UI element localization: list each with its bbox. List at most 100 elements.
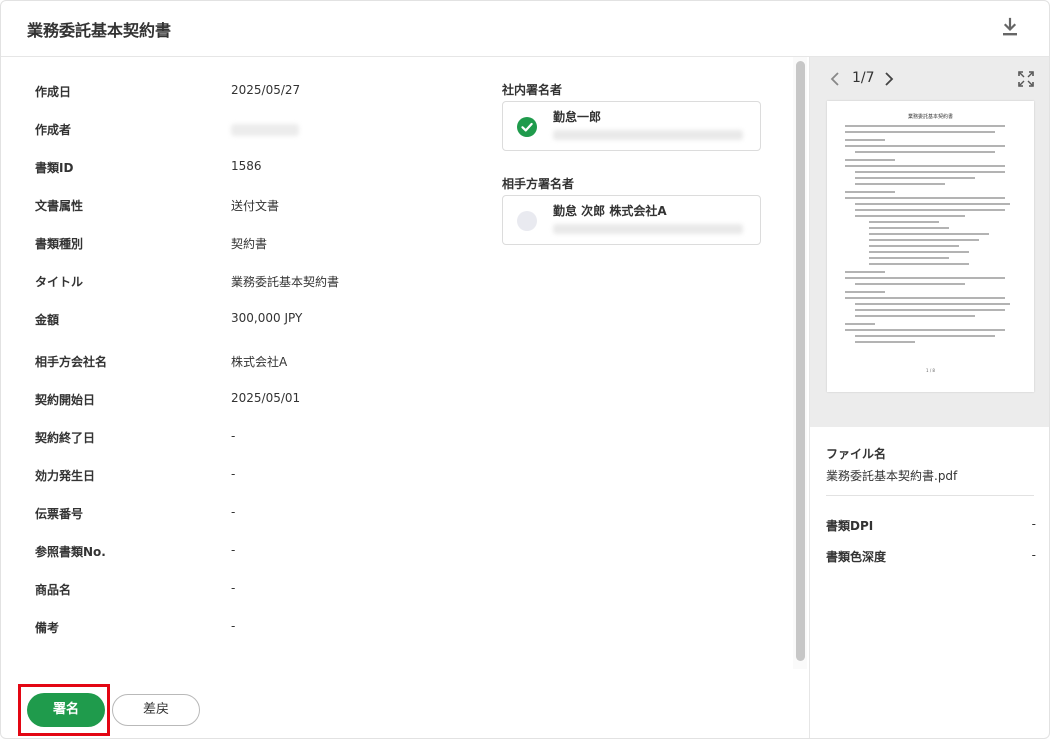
field-value: 2025/05/27 [231, 83, 301, 97]
field-label: 書類ID [35, 161, 74, 175]
field-row-title: タイトル 業務委託基本契約書 [35, 273, 475, 293]
field-value: 契約書 [231, 237, 268, 251]
color-depth-row: 書類色深度 - [826, 548, 1036, 566]
download-icon[interactable] [1001, 17, 1019, 37]
thumbnail-line [869, 227, 949, 229]
chevron-right-icon[interactable] [882, 69, 896, 89]
counterparty-signer-heading: 相手方署名者 [502, 177, 575, 191]
preview-area: 1/7 業務委託基本契約書 1 / 8 [810, 57, 1049, 427]
field-row-contract-end: 契約終了日 - [35, 429, 475, 449]
thumbnail-line [855, 283, 965, 285]
field-label: 伝票番号 [35, 507, 84, 521]
field-label: 効力発生日 [35, 469, 96, 483]
field-label: 相手方会社名 [35, 355, 108, 369]
empty-circle-icon [517, 211, 537, 231]
thumbnail-line [845, 197, 1005, 199]
thumbnail-line [845, 125, 1005, 127]
dpi-label: 書類DPI [826, 519, 874, 533]
field-label: 参照書類No. [35, 545, 106, 559]
thumbnail-line [855, 341, 915, 343]
sign-button[interactable]: 署名 [27, 693, 105, 727]
field-row-document-id: 書類ID 1586 [35, 159, 475, 179]
thumbnail-line [845, 297, 1005, 299]
thumbnail-line [855, 215, 965, 217]
page-thumbnail[interactable]: 業務委託基本契約書 1 / 8 [827, 101, 1034, 392]
thumbnail-line [855, 315, 975, 317]
field-label: 作成日 [35, 85, 72, 99]
thumbnail-line [845, 159, 895, 161]
thumbnail-line [845, 291, 885, 293]
dpi-value: - [1031, 517, 1036, 531]
thumbnail-line [855, 151, 995, 153]
field-value-redacted [231, 121, 299, 139]
field-label: 契約終了日 [35, 431, 96, 445]
thumbnail-line [869, 239, 979, 241]
redacted-email [553, 130, 743, 140]
thumbnail-line [845, 191, 895, 193]
field-row-document-type: 書類種別 契約書 [35, 235, 475, 255]
field-label: 備考 [35, 621, 60, 635]
internal-signer-card: 勤怠一郎 [502, 101, 761, 151]
field-value: - [231, 505, 236, 519]
divider [826, 495, 1034, 496]
field-label: タイトル [35, 275, 84, 289]
field-row-effective-date: 効力発生日 - [35, 467, 475, 487]
scrollbar-thumb[interactable] [796, 61, 805, 661]
chevron-left-icon[interactable] [828, 69, 842, 89]
thumbnail-line [845, 165, 1005, 167]
file-name-label: ファイル名 [826, 447, 887, 461]
field-label: 契約開始日 [35, 393, 96, 407]
thumbnail-line [855, 209, 1005, 211]
field-row-creator: 作成者 [35, 121, 475, 141]
thumbnail-line [845, 277, 1005, 279]
signer-name: 勤怠一郎 [553, 110, 602, 124]
thumbnail-page-number: 1 / 8 [926, 368, 935, 373]
thumbnail-line [845, 139, 885, 141]
field-label: 作成者 [35, 123, 72, 137]
redacted-text [231, 124, 299, 136]
file-name-value: 業務委託基本契約書.pdf [826, 469, 958, 483]
field-value: - [231, 543, 236, 557]
page-indicator: 1/7 [852, 70, 875, 86]
field-value: - [231, 581, 236, 595]
color-depth-label: 書類色深度 [826, 550, 887, 564]
field-value: 1586 [231, 159, 262, 173]
checkmark-icon [521, 122, 533, 132]
field-value: 業務委託基本契約書 [231, 275, 340, 289]
field-label: 文書属性 [35, 199, 84, 213]
thumbnail-line [855, 309, 1005, 311]
expand-icon[interactable] [1018, 71, 1034, 87]
field-row-reference-no: 参照書類No. - [35, 543, 475, 563]
field-row-counterparty: 相手方会社名 株式会社A [35, 353, 475, 373]
field-row-product-name: 商品名 - [35, 581, 475, 601]
thumbnail-line [855, 183, 945, 185]
field-row-amount: 金額 300,000 JPY [35, 311, 475, 331]
preview-column: 1/7 業務委託基本契約書 1 / 8 ファイル名 業務委託基本契約書.pdf … [809, 57, 1049, 738]
thumbnail-line [845, 271, 885, 273]
field-row-contract-start: 契約開始日 2025/05/01 [35, 391, 475, 411]
thumbnail-line [845, 323, 875, 325]
field-value: 2025/05/01 [231, 391, 301, 405]
thumbnail-line [855, 171, 1005, 173]
field-row-created-date: 作成日 2025/05/27 [35, 83, 475, 103]
thumbnail-line [869, 221, 939, 223]
redacted-email [553, 224, 743, 234]
thumbnail-line [869, 257, 949, 259]
field-value: 送付文書 [231, 199, 280, 213]
return-button[interactable]: 差戻 [112, 694, 200, 726]
signer-name: 勤怠 次郎 株式会社A [553, 204, 667, 218]
field-label: 書類種別 [35, 237, 84, 251]
thumbnail-line [869, 233, 989, 235]
field-row-remarks: 備考 - [35, 619, 475, 639]
field-row-slip-number: 伝票番号 - [35, 505, 475, 525]
dpi-row: 書類DPI - [826, 517, 1036, 535]
thumbnail-line [869, 251, 969, 253]
thumbnail-line [869, 245, 959, 247]
thumbnail-line [855, 203, 1010, 205]
counterparty-signer-card: 勤怠 次郎 株式会社A [502, 195, 761, 245]
field-value: - [231, 619, 236, 633]
internal-signer-heading: 社内署名者 [502, 83, 563, 97]
header-bar: 業務委託基本契約書 [1, 1, 1049, 57]
color-depth-value: - [1031, 548, 1036, 562]
field-row-attribute: 文書属性 送付文書 [35, 197, 475, 217]
